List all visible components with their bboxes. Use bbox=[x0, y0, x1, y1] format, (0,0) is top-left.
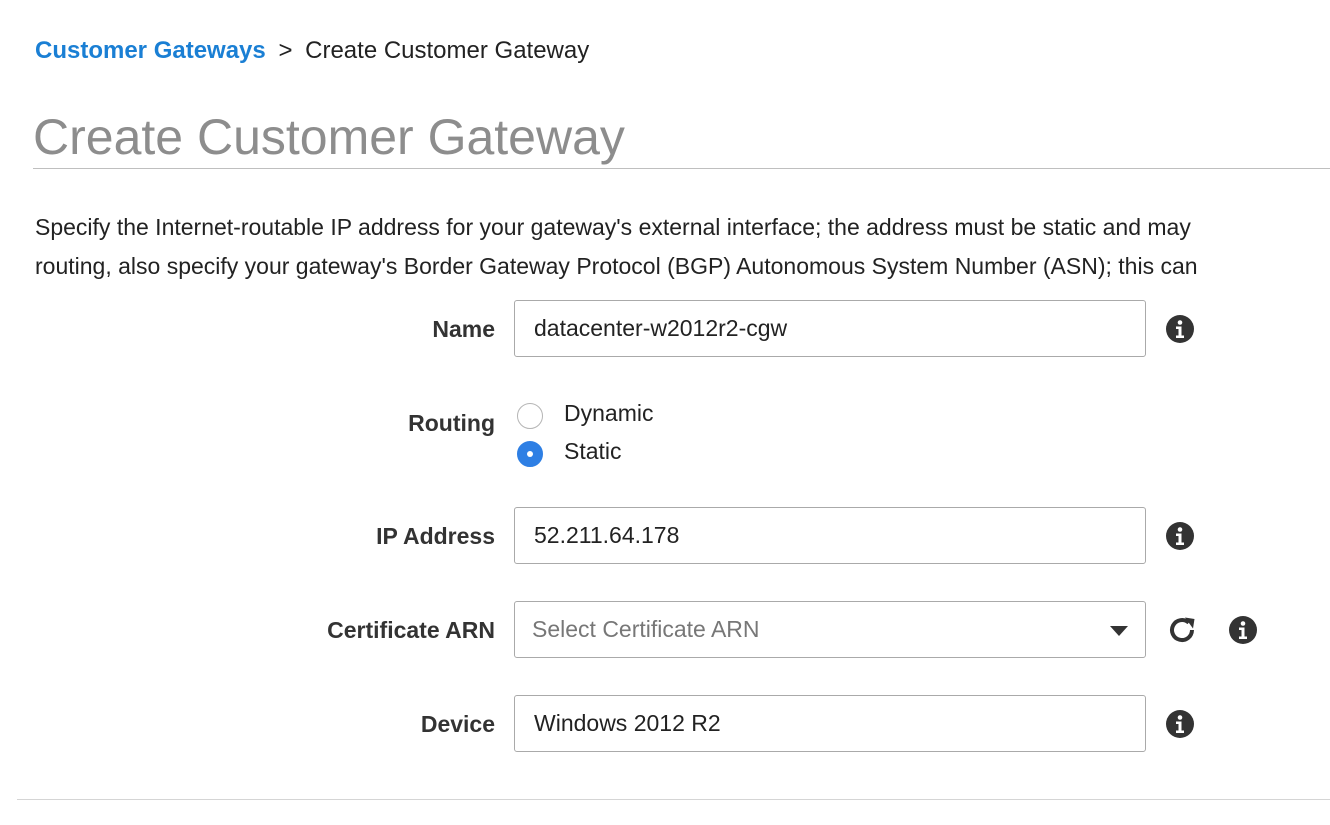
page-title: Create Customer Gateway bbox=[33, 109, 625, 165]
ip-address-input[interactable] bbox=[514, 507, 1146, 564]
chevron-down-icon bbox=[1110, 626, 1128, 636]
info-icon[interactable] bbox=[1228, 615, 1258, 645]
device-input[interactable] bbox=[514, 695, 1146, 752]
certificate-arn-label: Certificate ARN bbox=[327, 617, 495, 643]
breadcrumb-separator: > bbox=[278, 37, 293, 64]
create-customer-gateway-page: Customer Gateways > Create Customer Gate… bbox=[0, 0, 1330, 825]
description-line-2: routing, also specify your gateway's Bor… bbox=[35, 253, 1198, 279]
info-icon[interactable] bbox=[1165, 709, 1195, 739]
breadcrumb: Customer Gateways > Create Customer Gate… bbox=[35, 37, 589, 65]
radio-dynamic-label: Dynamic bbox=[564, 400, 654, 426]
name-label: Name bbox=[432, 316, 495, 342]
title-divider bbox=[33, 168, 1330, 169]
routing-label: Routing bbox=[408, 410, 495, 436]
certificate-arn-placeholder: Select Certificate ARN bbox=[532, 616, 760, 642]
breadcrumb-link-customer-gateways[interactable]: Customer Gateways bbox=[35, 37, 266, 64]
form-bottom-divider bbox=[17, 799, 1330, 800]
radio-dynamic[interactable] bbox=[517, 403, 543, 429]
radio-static[interactable] bbox=[517, 441, 543, 467]
ip-address-label: IP Address bbox=[376, 523, 495, 549]
refresh-icon[interactable] bbox=[1165, 613, 1199, 647]
info-icon[interactable] bbox=[1165, 314, 1195, 344]
info-icon[interactable] bbox=[1165, 521, 1195, 551]
name-input[interactable] bbox=[514, 300, 1146, 357]
description-text: Specify the Internet-routable IP address… bbox=[35, 208, 1330, 286]
certificate-arn-select[interactable]: Select Certificate ARN bbox=[514, 601, 1146, 658]
description-line-1: Specify the Internet-routable IP address… bbox=[35, 214, 1191, 240]
device-label: Device bbox=[420, 711, 495, 737]
radio-static-label: Static bbox=[564, 438, 622, 464]
breadcrumb-current: Create Customer Gateway bbox=[305, 37, 590, 64]
